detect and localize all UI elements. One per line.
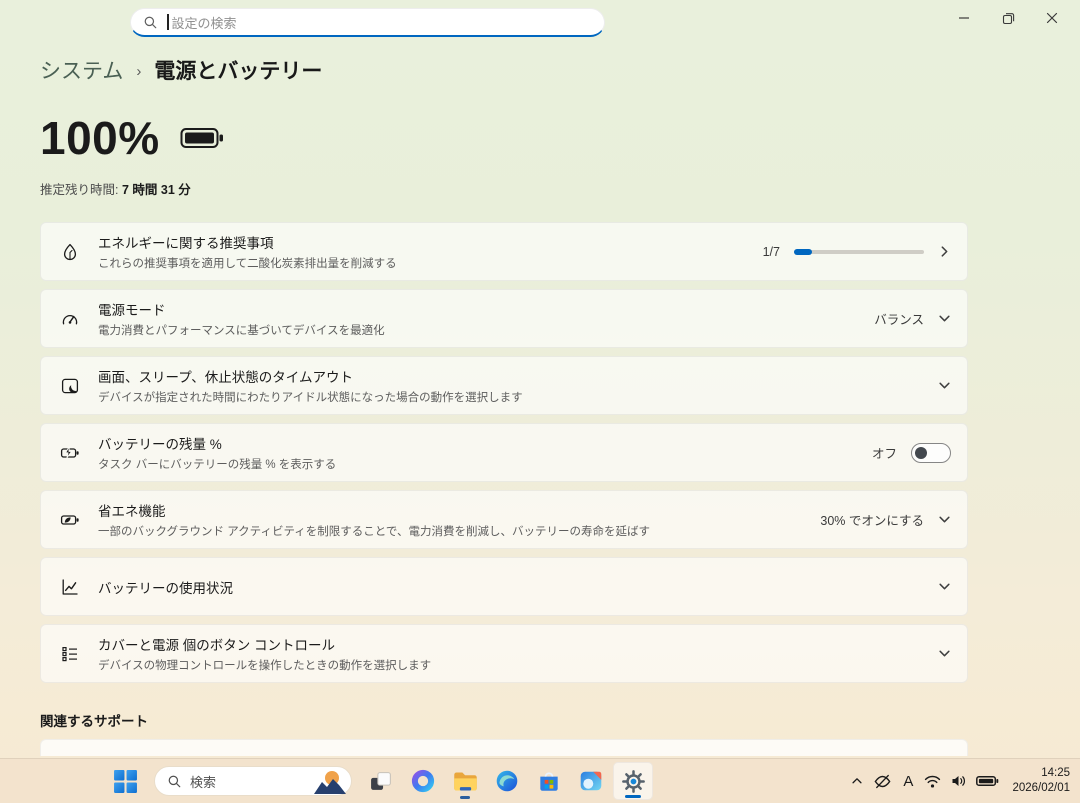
chevron-down-icon [938, 580, 951, 593]
card-title: 電源モード [98, 303, 166, 318]
page-title: 電源とバッテリー [154, 60, 323, 83]
toggle-state-label: オフ [871, 447, 897, 461]
recommendations-progress-bar [794, 248, 924, 255]
battery-percent-toggle[interactable] [911, 442, 951, 463]
card-title: バッテリーの使用状況 [98, 580, 233, 596]
energy-saver-value: 30% でオンにする [820, 514, 924, 528]
battery-percent-icon [59, 442, 81, 464]
restore-button[interactable] [986, 0, 1030, 36]
task-view-button[interactable] [361, 762, 401, 800]
card-title: カバーと電源 個のボタン コントロール [98, 638, 336, 653]
tray-wifi-icon[interactable] [924, 774, 941, 789]
taskbar-search-box[interactable]: 検索 [154, 766, 352, 796]
energy-leaf-icon [59, 241, 81, 263]
settings-search-input[interactable]: 設定の検索 [130, 8, 605, 37]
close-button[interactable] [1030, 0, 1074, 36]
card-lid-power-buttons[interactable]: カバーと電源 個のボタン コントロール デバイスの物理コントロールを操作したとき… [40, 624, 968, 683]
card-battery-percentage[interactable]: バッテリーの残量 % タスク バーにバッテリーの残量 % を表示する オフ [40, 423, 968, 482]
card-energy-saver[interactable]: 省エネ機能 一部のバックグラウンド アクティビティを制限することで、電力消費を削… [40, 490, 968, 549]
estimate-label: 推定残り時間: [40, 183, 119, 197]
power-mode-gauge-icon [59, 308, 81, 330]
tray-eye-slash-icon[interactable] [873, 772, 892, 791]
battery-hero: 100% [40, 110, 968, 166]
card-subtitle: これらの推奨事項を適用して二酸化炭素排出量を削減する [98, 258, 397, 270]
running-indicator [625, 795, 641, 798]
battery-full-icon [180, 126, 224, 150]
related-support-card-partial[interactable] [40, 739, 968, 756]
copilot-button[interactable] [403, 762, 443, 800]
store-button[interactable] [529, 762, 569, 800]
battery-usage-chart-icon [59, 576, 81, 598]
settings-button[interactable] [613, 762, 653, 800]
recommendations-count: 1/7 [762, 244, 780, 259]
settings-window: 設定の検索 システム › 電源とバッテリー 100% 推定残り時間: 7 時間 … [0, 0, 1080, 803]
tray-chevron-up-icon[interactable] [850, 774, 864, 788]
breadcrumb-separator-icon: › [136, 62, 142, 80]
taskbar: 検索 A 14:25 2026/02/01 [0, 758, 1080, 803]
card-title: 省エネ機能 [98, 504, 166, 519]
title-bar: 設定の検索 [0, 0, 1080, 44]
taskbar-search-label: 検索 [190, 774, 217, 790]
estimate-value: 7 時間 31 分 [121, 183, 191, 197]
battery-percent-value: 100% [40, 112, 160, 164]
minimize-button[interactable] [942, 0, 986, 36]
breadcrumb-system-link[interactable]: システム [40, 55, 123, 85]
taskbar-clock[interactable]: 14:25 2026/02/01 [1012, 766, 1070, 796]
tray-battery-icon[interactable] [976, 773, 999, 789]
breadcrumb: システム › 電源とバッテリー [40, 44, 968, 85]
window-controls [942, 0, 1074, 36]
screen-sleep-icon [59, 375, 81, 397]
running-indicator [460, 796, 470, 799]
chevron-down-icon [938, 379, 951, 392]
system-tray: A 14:25 2026/02/01 [850, 759, 1070, 803]
energy-saver-icon [59, 509, 81, 531]
card-energy-recommendations[interactable]: エネルギーに関する推奨事項 これらの推奨事項を適用して二酸化炭素排出量を削減する… [40, 222, 968, 281]
tray-ime-mode[interactable]: A [901, 773, 915, 790]
search-icon [167, 774, 182, 789]
card-subtitle: タスク バーにバッテリーの残量 % を表示する [98, 459, 337, 471]
file-explorer-button[interactable] [445, 762, 485, 800]
taskbar-center-cluster: 検索 [104, 759, 654, 803]
card-battery-usage[interactable]: バッテリーの使用状況 [40, 557, 968, 616]
tray-volume-icon[interactable] [950, 773, 967, 789]
card-subtitle: 一部のバックグラウンド アクティビティを制限することで、電力消費を削減し、バッテ… [98, 526, 650, 538]
card-title: バッテリーの残量 % [98, 437, 222, 452]
settings-cards: エネルギーに関する推奨事項 これらの推奨事項を適用して二酸化炭素排出量を削減する… [40, 222, 968, 683]
search-icon [143, 15, 158, 30]
related-support-heading: 関連するサポート [40, 714, 148, 729]
edge-button[interactable] [487, 762, 527, 800]
settings-content: システム › 電源とバッテリー 100% 推定残り時間: 7 時間 31 分 エ… [40, 44, 968, 756]
battery-estimate: 推定残り時間: 7 時間 31 分 [40, 179, 968, 198]
search-highlight-weather-icon [312, 768, 348, 794]
chevron-down-icon [938, 647, 951, 660]
card-title: エネルギーに関する推奨事項 [98, 236, 274, 251]
card-subtitle: デバイスが指定された時間にわたりアイドル状態になった場合の動作を選択します [98, 392, 523, 404]
photos-button[interactable] [571, 762, 611, 800]
clock-date: 2026/02/01 [1012, 782, 1070, 794]
card-power-mode[interactable]: 電源モード 電力消費とパフォーマンスに基づいてデバイスを最適化 バランス [40, 289, 968, 348]
chevron-down-icon [938, 312, 951, 325]
power-mode-value: バランス [874, 313, 924, 327]
card-subtitle: デバイスの物理コントロールを操作したときの動作を選択します [98, 660, 432, 672]
text-caret [167, 14, 169, 30]
card-subtitle: 電力消費とパフォーマンスに基づいてデバイスを最適化 [98, 325, 385, 337]
card-title: 画面、スリープ、休止状態のタイムアウト [98, 370, 354, 385]
search-placeholder: 設定の検索 [171, 15, 237, 31]
clock-time: 14:25 [1041, 767, 1070, 780]
chevron-right-icon [938, 245, 951, 258]
start-button[interactable] [105, 762, 145, 800]
lid-power-buttons-icon [59, 643, 81, 665]
card-screen-sleep-timeouts[interactable]: 画面、スリープ、休止状態のタイムアウト デバイスが指定された時間にわたりアイドル… [40, 356, 968, 415]
chevron-down-icon [938, 513, 951, 526]
